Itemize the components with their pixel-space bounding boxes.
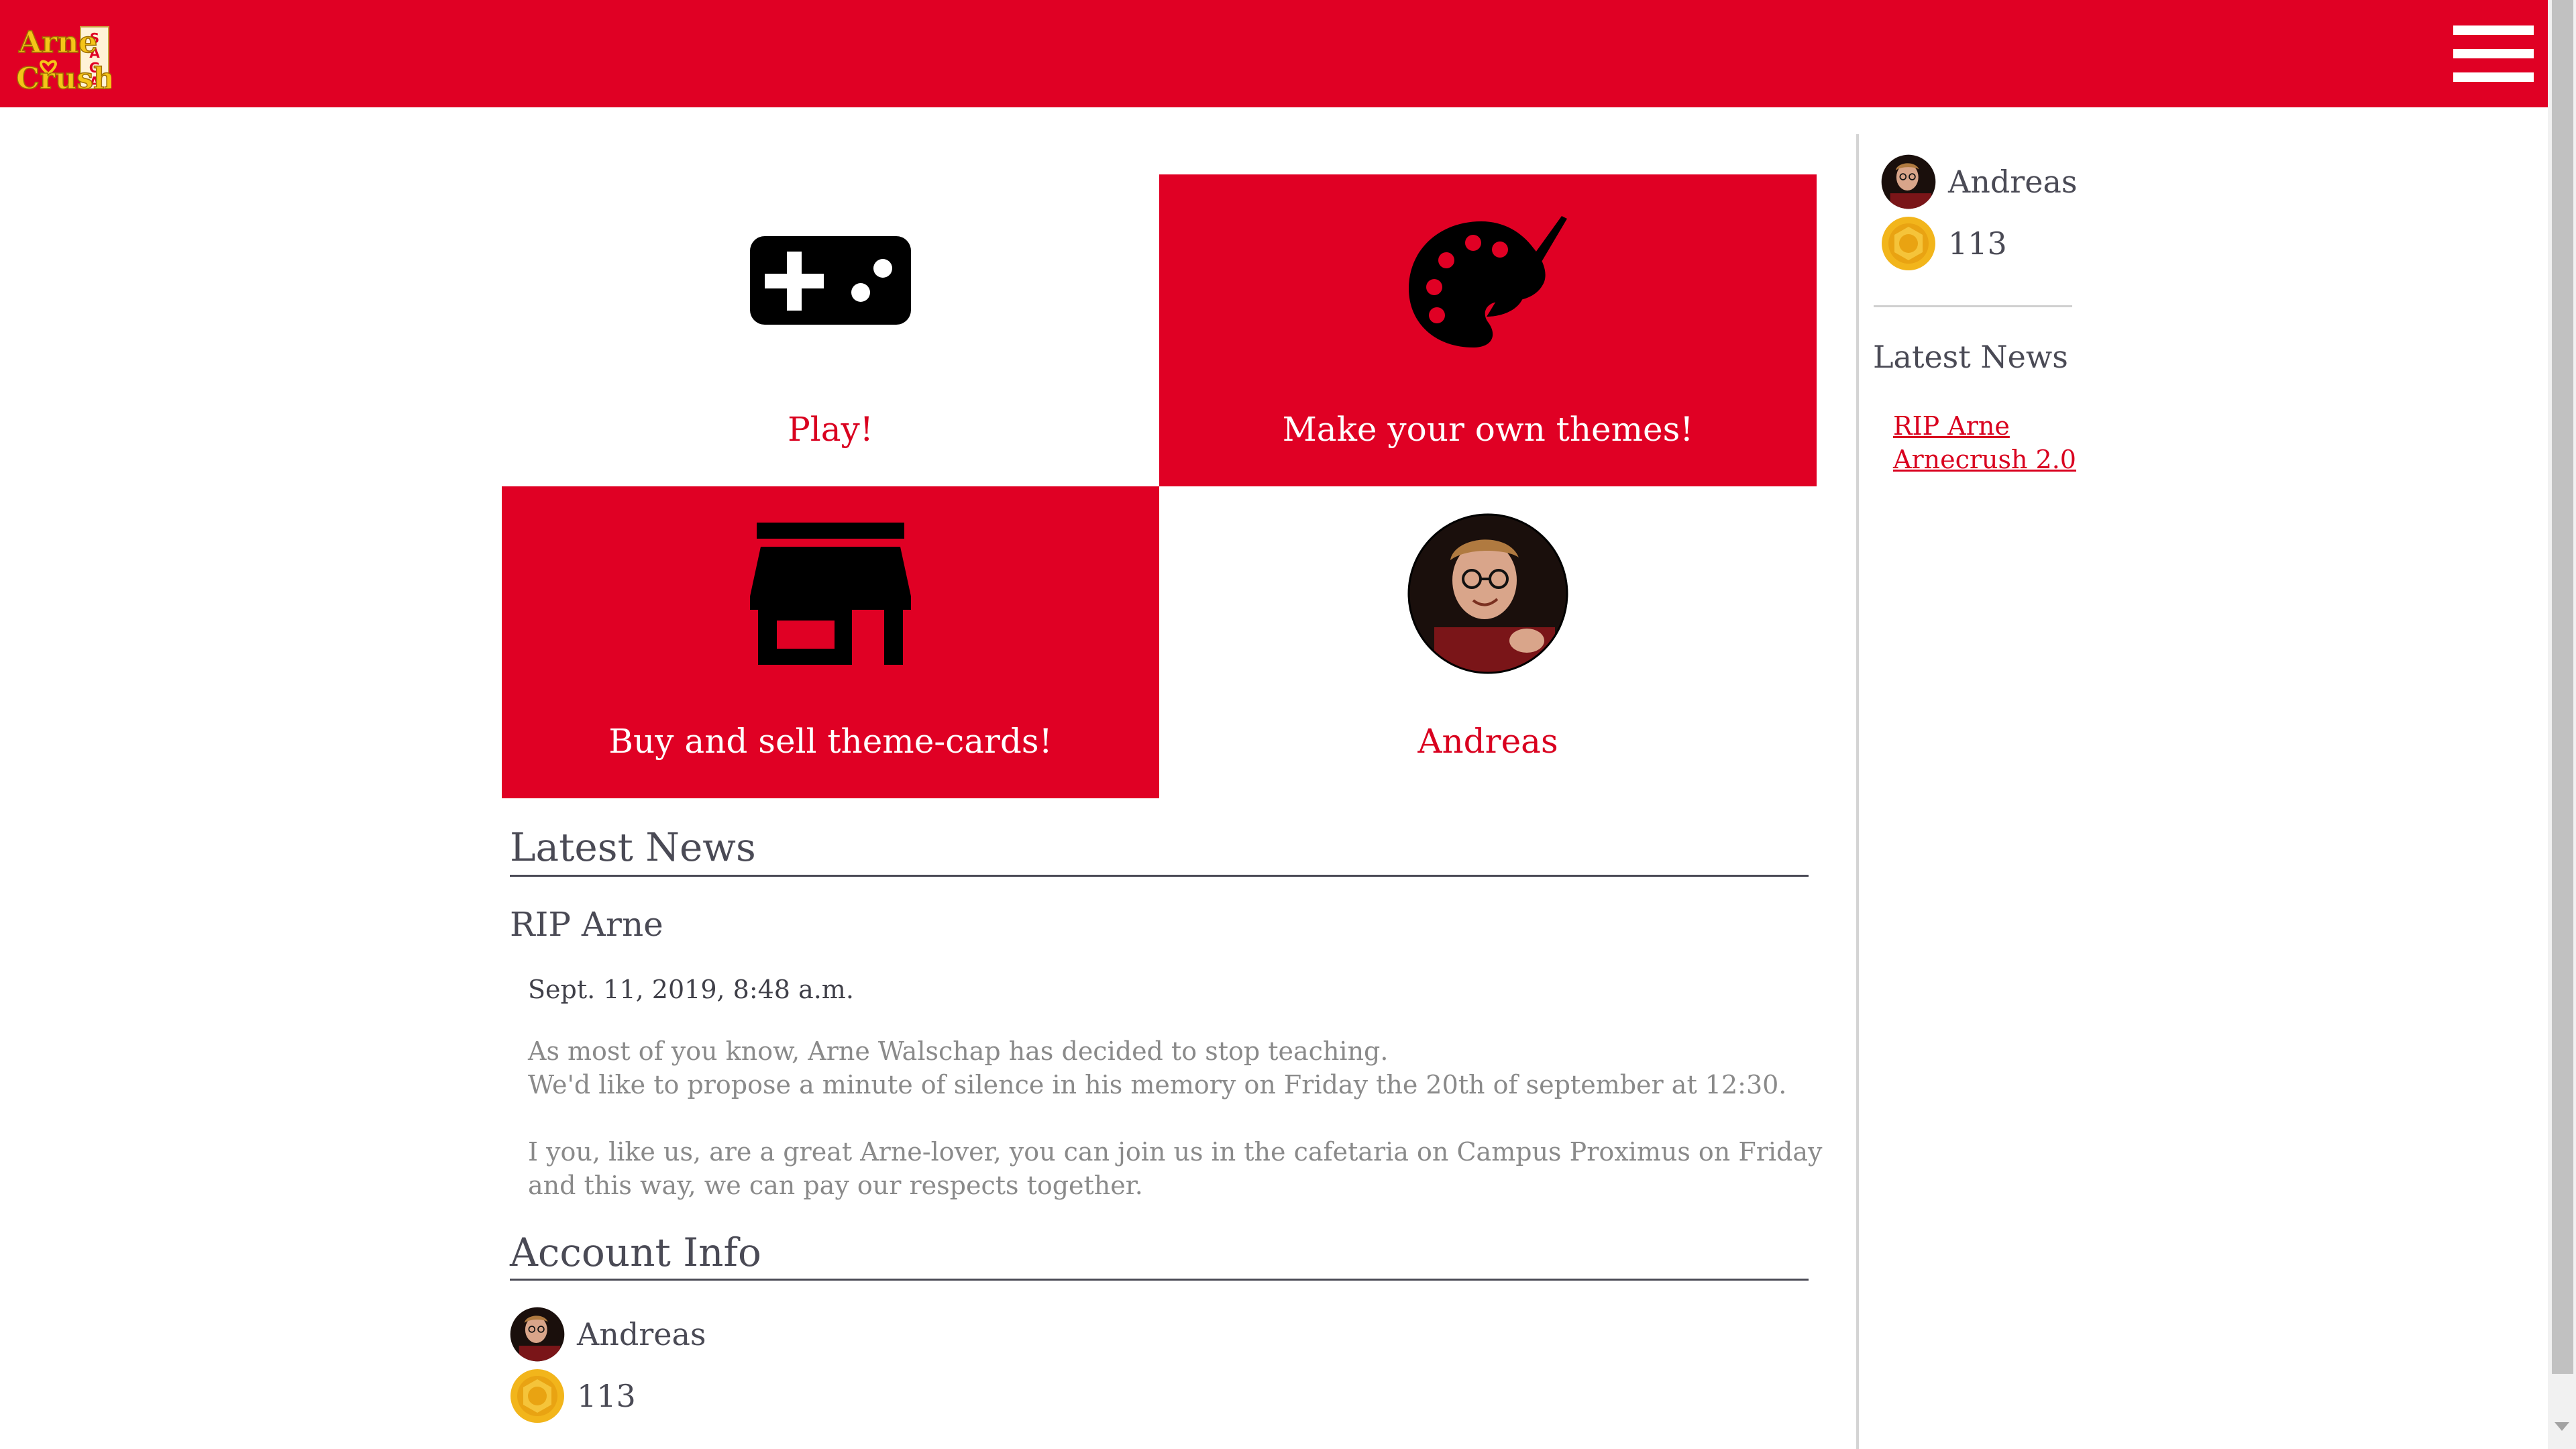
tile-market[interactable]: Buy and sell theme-cards! <box>502 486 1159 798</box>
news-body-line: As most of you know, Arne Walschap has d… <box>528 1036 1389 1066</box>
coin-icon <box>1882 217 1935 270</box>
news-item-body-paragraph2: I you, like us, are a great Arne-lover, … <box>528 1137 1823 1200</box>
latest-news-heading: Latest News <box>510 824 756 870</box>
sidebar-news-heading: Latest News <box>1873 339 2068 375</box>
arne-crush-saga-logo[interactable]: S A G A Arne Crush <box>16 23 111 93</box>
account-coins: 113 <box>577 1378 636 1414</box>
tile-themes-label: Make your own themes! <box>1282 410 1694 449</box>
coin-icon <box>511 1369 564 1423</box>
avatar <box>1881 154 1936 209</box>
svg-text:Arne: Arne <box>18 25 97 60</box>
tile-market-label: Buy and sell theme-cards! <box>608 722 1053 761</box>
sidebar-user-row: Andreas <box>1881 154 2096 209</box>
tile-profile[interactable]: Andreas <box>1159 486 1817 798</box>
tile-profile-label: Andreas <box>1417 722 1558 761</box>
account-user-row: Andreas <box>510 1307 845 1362</box>
profile-avatar <box>1407 513 1568 674</box>
sidebar-coins: 113 <box>1948 225 2007 262</box>
hamburger-menu-icon[interactable] <box>2453 25 2534 82</box>
sidebar-username: Andreas <box>1948 164 2078 200</box>
scrollbar-thumb[interactable] <box>2552 0 2573 1374</box>
sidebar-divider-line <box>1856 134 1859 1449</box>
avatar <box>510 1307 565 1362</box>
palette-icon <box>1409 216 1567 347</box>
sidebar-news-link[interactable]: Arnecrush 2.0 <box>1893 443 2076 476</box>
account-info-heading: Account Info <box>510 1230 761 1275</box>
gamepad-icon <box>750 236 911 325</box>
tile-play[interactable]: Play! <box>502 174 1159 486</box>
news-body-line: We'd like to propose a minute of silence… <box>528 1070 1787 1099</box>
tile-themes[interactable]: Make your own themes! <box>1159 174 1817 486</box>
sidebar-news-link[interactable]: RIP Arne <box>1893 409 2010 443</box>
account-info-divider <box>510 1279 1809 1281</box>
top-navbar: S A G A Arne Crush <box>0 0 2548 107</box>
sidebar-divider <box>1874 305 2072 307</box>
sidebar-coins-row: 113 <box>1881 216 2096 271</box>
store-icon <box>750 523 911 665</box>
svg-text:Crush: Crush <box>16 62 111 93</box>
account-coins-row: 113 <box>510 1368 845 1424</box>
latest-news-divider <box>510 875 1809 877</box>
tile-play-label: Play! <box>788 410 873 449</box>
news-item-title: RIP Arne <box>510 905 663 944</box>
app-root: S A G A Arne Crush Play! Make your own t… <box>0 0 2576 1449</box>
scroll-down-arrow-icon[interactable] <box>2555 1422 2569 1431</box>
account-username: Andreas <box>577 1316 706 1352</box>
news-item-date: Sept. 11, 2019, 8:48 a.m. <box>528 975 854 1004</box>
news-item-body: As most of you know, Arne Walschap has d… <box>528 1034 1823 1102</box>
